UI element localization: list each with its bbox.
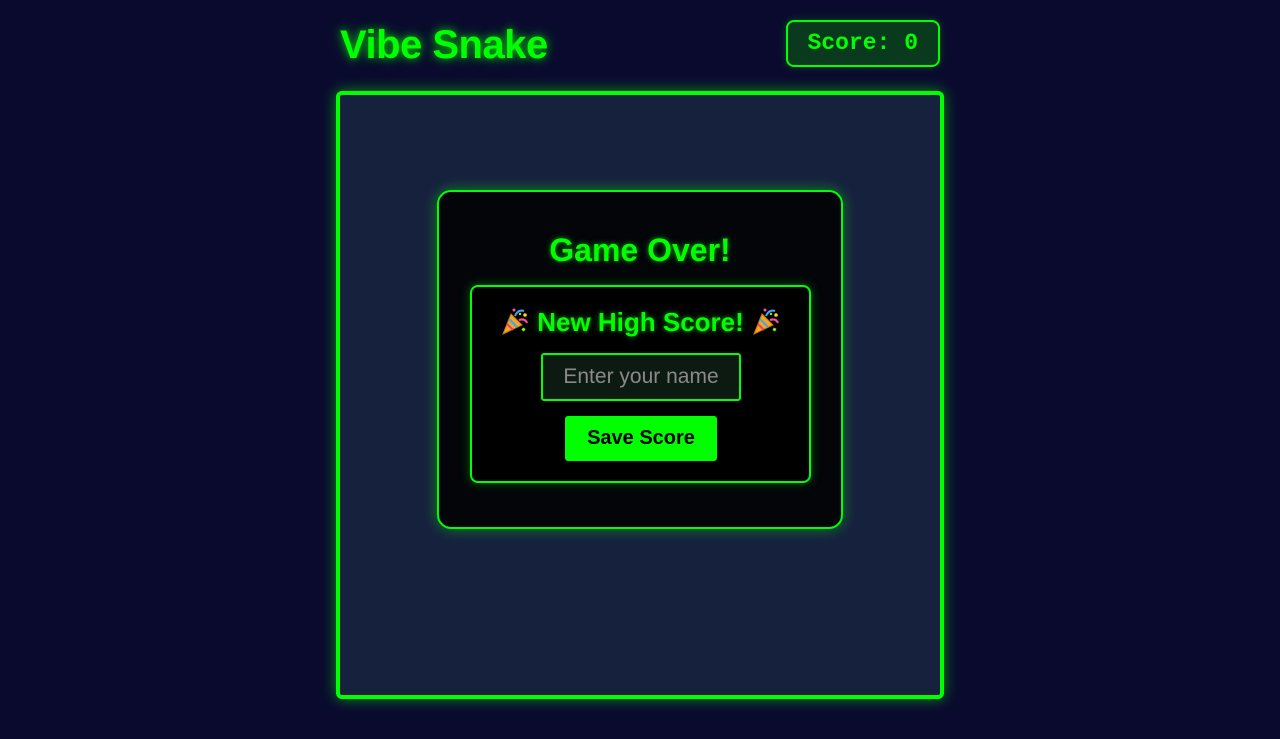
game-over-title: Game Over! — [549, 232, 731, 268]
score-display: Score: 0 — [785, 20, 940, 67]
player-name-input[interactable] — [541, 353, 741, 401]
save-score-button[interactable]: Save Score — [565, 416, 717, 461]
party-popper-icon — [502, 308, 529, 335]
game-title: Vibe Snake — [340, 23, 548, 67]
high-score-panel: New High Score! Save Score — [470, 285, 811, 483]
snake-game-app: Vibe Snake Score: 0 Game Over! New High — [0, 0, 1280, 739]
score-label: Score: — [807, 30, 891, 56]
game-over-dialog: Game Over! New High Score! Enter your na… — [437, 190, 843, 529]
high-score-heading: New High Score! — [472, 305, 809, 339]
party-popper-icon — [752, 308, 779, 335]
game-header: Vibe Snake Score: 0 — [340, 20, 940, 72]
score-value: 0 — [904, 30, 918, 56]
high-score-heading-text: New High Score! — [537, 307, 744, 337]
